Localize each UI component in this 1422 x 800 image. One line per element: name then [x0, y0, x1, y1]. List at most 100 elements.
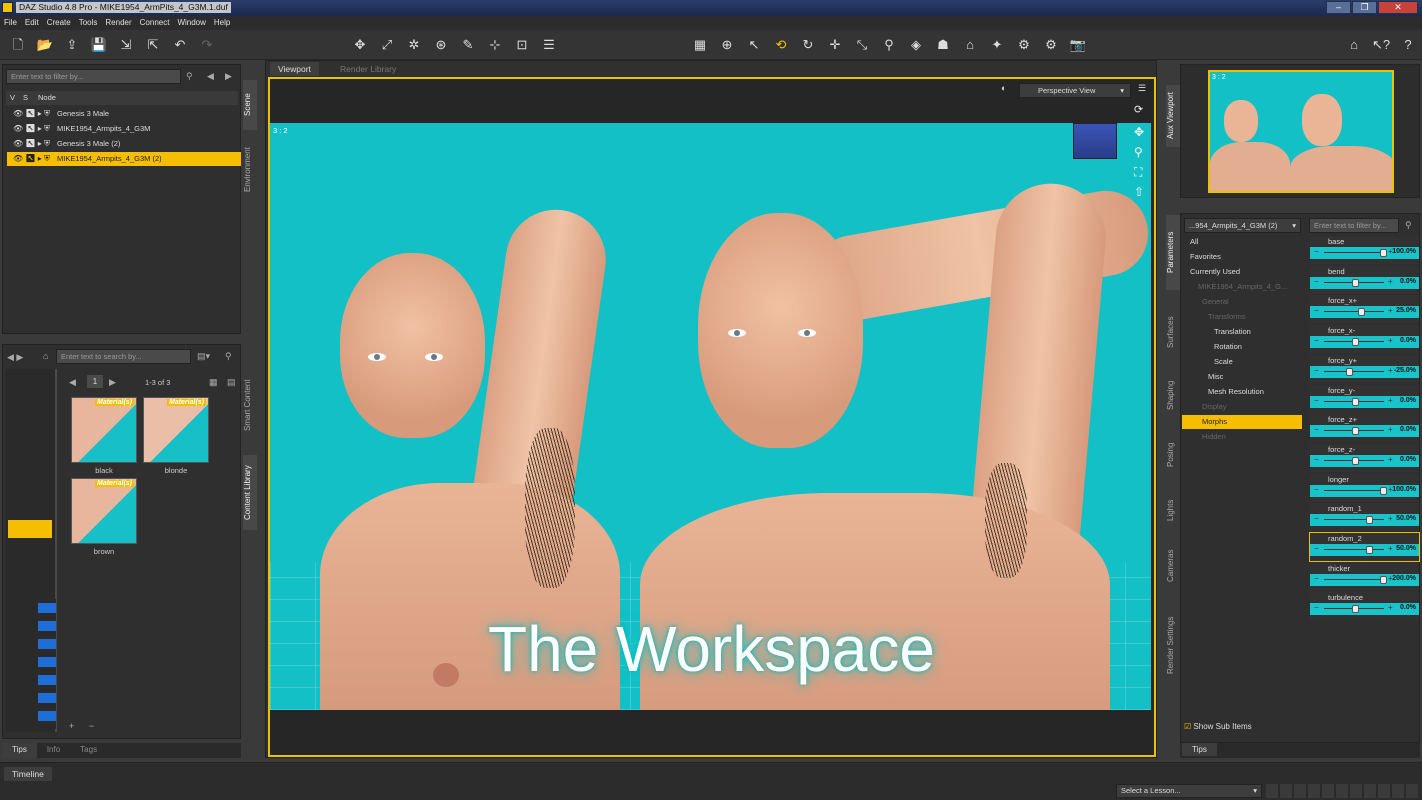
geometry-editor-icon[interactable]: ⊛: [432, 36, 450, 54]
open-icon[interactable]: 📂: [36, 36, 54, 54]
property-group[interactable]: General: [1182, 295, 1302, 309]
slider-handle[interactable]: [1357, 308, 1365, 317]
back-icon[interactable]: ◀ ▶: [7, 352, 23, 363]
decrement-button[interactable]: −: [1314, 514, 1319, 523]
parameter-slider[interactable]: force_x- − +0.0%: [1310, 325, 1419, 354]
tab-environment[interactable]: Environment: [243, 135, 257, 205]
universal-tool-icon[interactable]: ▦: [691, 36, 709, 54]
slider-handle[interactable]: [1346, 367, 1354, 376]
property-group[interactable]: Morphs: [1182, 415, 1302, 429]
figure-tool-icon[interactable]: ☗: [934, 36, 952, 54]
import-icon[interactable]: ⇲: [117, 36, 135, 54]
scale-icon[interactable]: ⤡: [853, 36, 871, 54]
decrement-button[interactable]: −: [1314, 455, 1319, 464]
camera-tool-icon[interactable]: ⌂: [961, 36, 979, 54]
tab-parameters[interactable]: Parameters: [1166, 215, 1180, 290]
decrement-button[interactable]: −: [1314, 485, 1319, 494]
save-icon[interactable]: 💾: [90, 36, 108, 54]
increment-button[interactable]: +: [1388, 455, 1393, 464]
scene-node[interactable]: 👁 ↖ ▸ ⛨ Genesis 3 Male: [7, 107, 241, 121]
remove-icon[interactable]: −: [89, 721, 94, 731]
decrement-button[interactable]: −: [1314, 366, 1319, 375]
eye-icon[interactable]: 👁 ↖ ▸ ⛨: [13, 152, 50, 166]
joint-editor-icon[interactable]: ⤢: [378, 36, 396, 54]
parameter-slider[interactable]: force_y- − +0.0%: [1310, 384, 1419, 413]
tab-lights[interactable]: Lights: [1166, 490, 1180, 530]
property-group[interactable]: MIKE1954_Armpits_4_G...: [1182, 280, 1302, 294]
tab-render-library[interactable]: Render Library: [332, 62, 404, 76]
menu-create[interactable]: Create: [43, 16, 75, 30]
increment-button[interactable]: +: [1388, 514, 1393, 523]
parameter-value[interactable]: -25.0%: [1394, 367, 1416, 374]
camera-select[interactable]: Perspective View ▾: [1019, 83, 1131, 98]
surface-selection-icon[interactable]: ✎: [459, 36, 477, 54]
decrement-button[interactable]: −: [1314, 603, 1319, 612]
tab-timeline[interactable]: Timeline: [4, 767, 52, 781]
decrement-button[interactable]: −: [1314, 396, 1319, 405]
column-selectable[interactable]: S: [23, 91, 28, 105]
aux-viewport-render[interactable]: 3 : 2: [1208, 70, 1394, 193]
parameter-slider[interactable]: random_1− +50.0%: [1310, 503, 1419, 532]
panel-menu-icon[interactable]: ☰: [1138, 83, 1146, 94]
folder-icon[interactable]: [38, 599, 56, 729]
active-pose-icon[interactable]: ⟲: [772, 36, 790, 54]
content-item-blonde[interactable]: Material(s): [143, 397, 209, 463]
property-group[interactable]: Misc: [1182, 370, 1302, 384]
rotate-icon[interactable]: ↻: [799, 36, 817, 54]
eye-icon[interactable]: 👁 ↖ ▸ ⛨: [13, 122, 50, 136]
eye-icon[interactable]: 👁 ↖ ▸ ⛨: [13, 107, 50, 121]
slider-handle[interactable]: [1352, 278, 1359, 287]
scene-node-selected[interactable]: 👁 ↖ ▸ ⛨ MIKE1954_Armpits_4_G3M (2): [7, 152, 241, 166]
tab-render-settings[interactable]: Render Settings: [1166, 605, 1180, 685]
decrement-button[interactable]: −: [1314, 306, 1319, 315]
parameter-value[interactable]: 0.0%: [1400, 426, 1416, 433]
scene-navigator-icon[interactable]: ⊕: [718, 36, 736, 54]
tab-tags[interactable]: Tags: [70, 743, 107, 758]
tab-tips[interactable]: Tips: [2, 743, 37, 758]
add-icon[interactable]: +: [69, 721, 74, 731]
increment-button[interactable]: +: [1388, 603, 1393, 612]
tab-content-library[interactable]: Content Library: [243, 455, 257, 530]
search-icon[interactable]: ⚲: [225, 351, 232, 362]
parameter-slider[interactable]: force_y+ − + -25.0%: [1310, 354, 1419, 383]
scene-filter-input[interactable]: Enter text to filter by...: [6, 69, 181, 84]
parameter-value[interactable]: 100.0%: [1392, 248, 1416, 255]
column-visible[interactable]: V: [10, 91, 15, 105]
property-group[interactable]: Currently Used: [1182, 265, 1302, 279]
menu-connect[interactable]: Connect: [136, 16, 174, 30]
decrement-button[interactable]: −: [1314, 336, 1319, 345]
parameter-value[interactable]: 50.0%: [1396, 515, 1416, 522]
parameter-value[interactable]: 0.0%: [1400, 397, 1416, 404]
parameter-value[interactable]: 25.0%: [1396, 307, 1416, 314]
tab-shaping[interactable]: Shaping: [1166, 370, 1180, 420]
slider-handle[interactable]: [1366, 546, 1373, 554]
close-button[interactable]: ✕: [1378, 1, 1418, 14]
redo-icon[interactable]: ↷: [198, 36, 216, 54]
minimize-button[interactable]: –: [1326, 1, 1351, 14]
parameter-slider[interactable]: longer − +100.0%: [1310, 473, 1419, 502]
slider-handle[interactable]: [1380, 486, 1387, 495]
slider-handle[interactable]: [1352, 605, 1359, 614]
slider-handle[interactable]: [1366, 516, 1373, 525]
property-group[interactable]: Translation: [1182, 325, 1302, 339]
increment-button[interactable]: +: [1388, 336, 1393, 345]
property-group[interactable]: All: [1182, 235, 1302, 249]
increment-button[interactable]: +: [1388, 396, 1393, 405]
property-group[interactable]: Hidden: [1182, 430, 1302, 444]
new-file-icon[interactable]: 🗋: [9, 36, 27, 54]
parameter-slider[interactable]: turbulence − +0.0%: [1310, 592, 1419, 621]
tab-surfaces[interactable]: Surfaces: [1166, 305, 1180, 360]
pan-icon[interactable]: ✥: [1134, 125, 1144, 139]
eye-icon[interactable]: 👁 ↖ ▸ ⛨: [13, 137, 50, 151]
search-icon[interactable]: ⚲: [186, 71, 193, 82]
content-item-black[interactable]: Material(s): [71, 397, 137, 463]
slider-handle[interactable]: [1352, 427, 1359, 436]
menu-tools[interactable]: Tools: [75, 16, 102, 30]
parameter-slider[interactable]: force_z- − +0.0%: [1310, 443, 1419, 472]
increment-button[interactable]: +: [1388, 544, 1393, 553]
region-nav-icon[interactable]: ⊡: [513, 36, 531, 54]
parameter-value[interactable]: 0.0%: [1400, 337, 1416, 344]
tab-viewport[interactable]: Viewport: [270, 62, 319, 76]
translate-icon[interactable]: ✛: [826, 36, 844, 54]
slider-handle[interactable]: [1352, 338, 1359, 347]
